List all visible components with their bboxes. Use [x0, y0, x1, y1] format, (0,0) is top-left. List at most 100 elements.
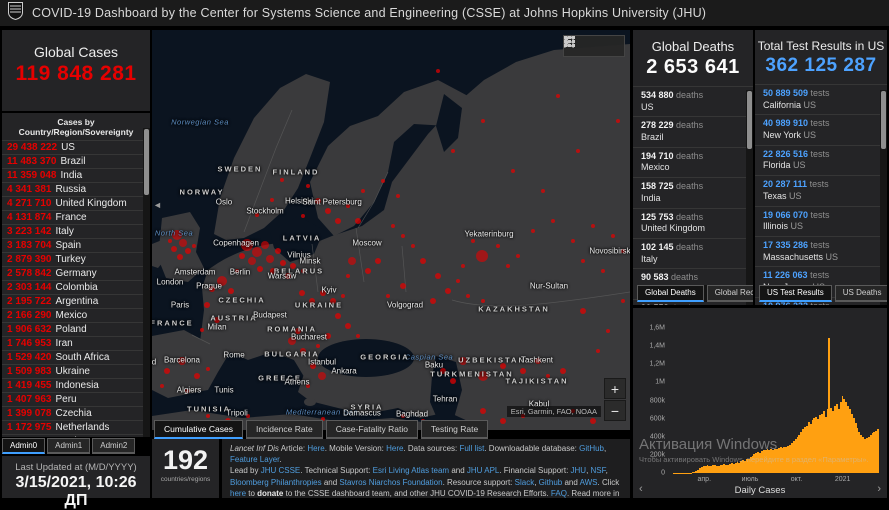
map-tab-testing-rate[interactable]: Testing Rate	[420, 420, 489, 440]
tests-scrollbar[interactable]	[880, 90, 887, 305]
case-dot[interactable]	[576, 149, 580, 153]
case-dot[interactable]	[420, 258, 426, 264]
case-dot[interactable]	[466, 294, 470, 298]
collapse-sidebar-arrow[interactable]: ◄	[153, 200, 162, 210]
case-dot[interactable]	[435, 273, 441, 279]
case-dot[interactable]	[177, 254, 183, 260]
case-dot[interactable]	[516, 254, 520, 258]
case-row[interactable]: 2 166 290 Mexico	[2, 308, 150, 322]
info-link[interactable]: JHU	[571, 466, 587, 475]
case-dot[interactable]	[400, 283, 406, 289]
case-dot[interactable]	[616, 119, 620, 123]
case-dot[interactable]	[476, 250, 488, 262]
case-row[interactable]: 2 195 722 Argentina	[2, 294, 150, 308]
info-link[interactable]: FAQ	[551, 489, 567, 498]
cases-scrollbar-thumb[interactable]	[144, 129, 149, 195]
case-dot[interactable]	[266, 255, 274, 263]
case-dot[interactable]	[341, 294, 345, 298]
legend-icon[interactable]	[564, 36, 602, 54]
cases-scrollbar[interactable]	[143, 128, 150, 437]
case-dot[interactable]	[280, 260, 286, 266]
test-row[interactable]: 50 889 509 tests California US	[755, 84, 887, 114]
case-row[interactable]: 4 131 874 France	[2, 210, 150, 224]
case-dot[interactable]	[541, 189, 545, 193]
case-dot[interactable]	[520, 368, 526, 374]
info-link[interactable]: Bloomberg Philanthropies	[230, 478, 322, 487]
case-dot[interactable]	[456, 279, 460, 283]
case-dot[interactable]	[301, 214, 305, 218]
case-dot[interactable]	[348, 257, 356, 265]
case-row[interactable]: 4 271 710 United Kingdom	[2, 196, 150, 210]
death-row[interactable]: 194 710 deaths Mexico	[633, 146, 753, 177]
case-row[interactable]: 4 341 381 Russia	[2, 182, 150, 196]
zoom-in-button[interactable]: +	[604, 378, 626, 399]
case-dot[interactable]	[511, 169, 515, 173]
death-row[interactable]: 278 229 deaths Brazil	[633, 116, 753, 146]
info-link[interactable]: Here	[307, 444, 324, 453]
case-dot[interactable]	[500, 418, 506, 424]
case-dot[interactable]	[204, 302, 210, 308]
case-dot[interactable]	[299, 290, 305, 296]
case-row[interactable]: 1 419 455 Indonesia	[2, 378, 150, 392]
case-dot[interactable]	[192, 244, 196, 248]
test-row[interactable]: 40 989 910 tests New York US	[755, 114, 887, 144]
case-dot[interactable]	[375, 258, 381, 264]
tests-tab-us-deaths[interactable]: US Deaths	[834, 285, 887, 302]
tests-tab-us-test-results[interactable]: US Test Results	[759, 285, 832, 302]
case-row[interactable]: 1 529 420 South Africa	[2, 350, 150, 364]
case-dot[interactable]	[411, 244, 415, 248]
chart-bars[interactable]	[669, 328, 879, 473]
admin-tab-admin2[interactable]: Admin2	[92, 438, 136, 454]
case-dot[interactable]	[168, 239, 172, 243]
case-row[interactable]: 29 438 222 US	[2, 140, 150, 154]
case-dot[interactable]	[496, 244, 500, 248]
info-link[interactable]: JHU APL	[467, 466, 499, 475]
case-dot[interactable]	[275, 248, 281, 254]
case-dot[interactable]	[571, 239, 575, 243]
case-dot[interactable]	[200, 328, 204, 332]
info-link[interactable]: Esri Living Atlas team	[373, 466, 449, 475]
case-dot[interactable]	[335, 218, 341, 224]
deaths-scrollbar[interactable]	[746, 90, 753, 305]
deaths-tab-global-deaths[interactable]: Global Deaths	[637, 285, 704, 302]
case-dot[interactable]	[228, 288, 234, 294]
case-dot[interactable]	[596, 349, 600, 353]
case-dot[interactable]	[450, 378, 456, 384]
case-dot[interactable]	[361, 189, 365, 193]
case-dot[interactable]	[206, 367, 210, 371]
info-link[interactable]: Here	[386, 444, 403, 453]
case-dot[interactable]	[179, 239, 187, 247]
case-row[interactable]: 1 906 632 Poland	[2, 322, 150, 336]
case-dot[interactable]	[356, 334, 360, 338]
case-dot[interactable]	[430, 298, 436, 304]
case-dot[interactable]	[306, 184, 310, 188]
case-dot[interactable]	[386, 294, 390, 298]
info-link[interactable]: GitHub	[579, 444, 604, 453]
case-dot[interactable]	[248, 257, 256, 265]
case-dot[interactable]	[531, 229, 535, 233]
case-dot[interactable]	[606, 329, 610, 333]
case-dot[interactable]	[611, 234, 615, 238]
map-tab-cumulative-cases[interactable]: Cumulative Cases	[154, 420, 243, 440]
case-row[interactable]: 2 578 842 Germany	[2, 266, 150, 280]
test-row[interactable]: 22 826 516 tests Florida US	[755, 144, 887, 175]
map-tab-case-fatality-ratio[interactable]: Case-Fatality Ratio	[325, 420, 418, 440]
case-row[interactable]: 1 746 953 Iran	[2, 336, 150, 350]
case-row[interactable]: 2 303 144 Colombia	[2, 280, 150, 294]
admin-tab-admin0[interactable]: Admin0	[2, 438, 46, 454]
case-dot[interactable]	[601, 269, 605, 273]
case-row[interactable]: 1 399 078 Czechia	[2, 406, 150, 420]
basemap-grid-icon[interactable]	[564, 36, 622, 54]
case-dot[interactable]	[325, 208, 331, 214]
case-dot[interactable]	[471, 239, 475, 243]
case-dot[interactable]	[401, 234, 405, 238]
map-tab-incidence-rate[interactable]: Incidence Rate	[245, 420, 323, 440]
case-row[interactable]: 3 183 704 Spain	[2, 238, 150, 252]
info-link[interactable]: Full list	[459, 444, 484, 453]
case-dot[interactable]	[436, 69, 440, 73]
case-dot[interactable]	[560, 368, 566, 374]
case-dot[interactable]	[185, 248, 191, 254]
case-dot[interactable]	[556, 94, 560, 98]
case-dot[interactable]	[461, 264, 465, 268]
case-dot[interactable]	[345, 323, 351, 329]
